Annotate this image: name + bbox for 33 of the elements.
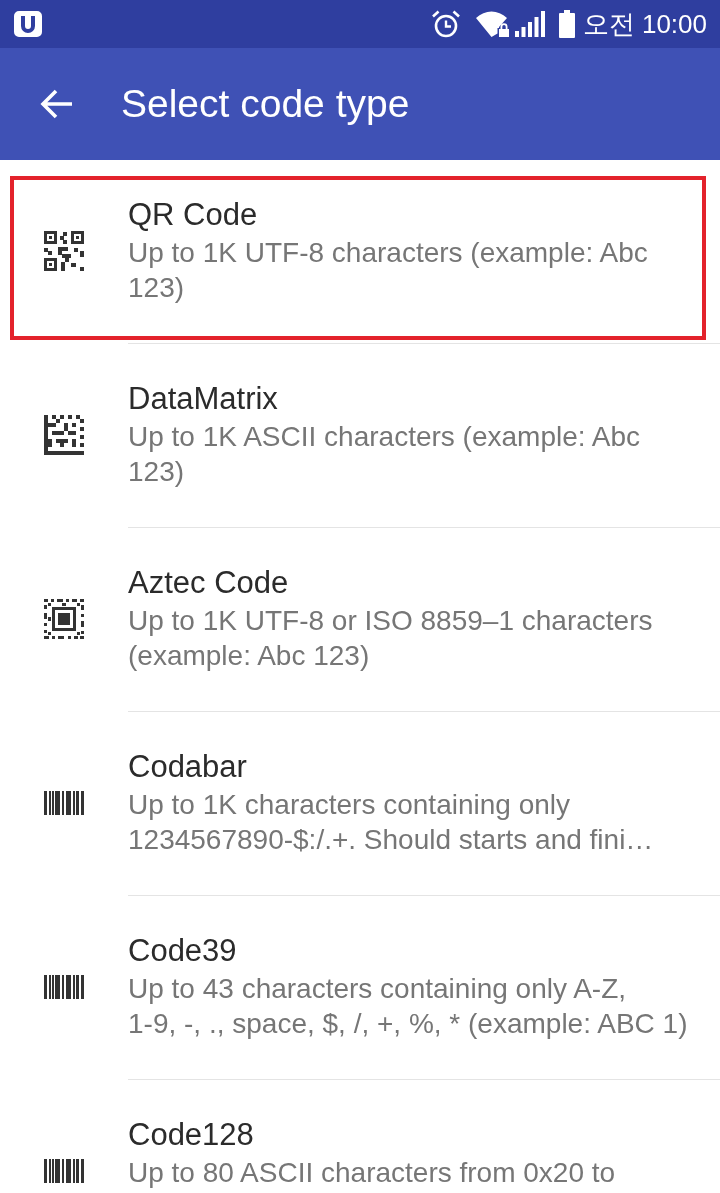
list-item[interactable]: Aztec Code Up to 1K UTF-8 or ISO 8859–1 characters (example: Abc 123) (10, 544, 706, 708)
list-item[interactable]: Codabar Up to 1K characters containing only 1234567890-$:/.+. Should starts and fini… (10, 728, 706, 892)
alarm-clock-icon (431, 10, 460, 38)
item-description: Up to 1K UTF-8 characters (example: Abc 123) (128, 236, 649, 305)
list-item[interactable]: Code39 Up to 43 characters containing only A-Z, 1-9, -, ., space, $, /, +, %, * (example: ABC 1) (10, 912, 706, 1076)
barcode-icon (44, 975, 84, 999)
status-time: 오전 10:00 (582, 8, 707, 40)
item-description: Up to 43 characters containing only A-Z, 1-9, -, ., space, $, /, +, %, * (example: ABC 1) (128, 972, 689, 1041)
item-title: Aztec Code (128, 564, 290, 602)
item-title: Code39 (128, 932, 238, 970)
back-arrow-icon (40, 88, 72, 120)
barcode-icon (44, 791, 84, 815)
item-description: Up to 1K ASCII characters (example: Abc 123) (128, 420, 641, 489)
list-item[interactable]: Code128 Up to 80 ASCII characters from 0x20 to (10, 1096, 706, 1193)
item-description: Up to 1K UTF-8 or ISO 8859–1 characters (example: Abc 123) (128, 604, 654, 673)
list-item[interactable]: QR Code Up to 1K UTF-8 characters (example: Abc 123) (10, 176, 706, 340)
item-title: QR Code (128, 196, 259, 234)
battery-icon (558, 10, 575, 38)
signal-bars-icon (514, 11, 545, 37)
back-button[interactable] (40, 88, 72, 120)
logo-icon (14, 11, 42, 37)
item-title: Codabar (128, 748, 248, 786)
item-description: Up to 80 ASCII characters from 0x20 to (128, 1156, 617, 1190)
wifi-lock-icon (475, 11, 510, 37)
item-title: DataMatrix (128, 380, 279, 418)
item-description: Up to 1K characters containing only 1234567890-$:/.+. Should starts and fini… (128, 788, 655, 857)
screen-title: Select code type (121, 81, 410, 127)
item-title: Code128 (128, 1116, 255, 1154)
qr-code-icon (44, 231, 84, 271)
barcode-icon (44, 1159, 84, 1183)
datamatrix-icon (44, 415, 84, 455)
list-item[interactable]: DataMatrix Up to 1K ASCII characters (example: Abc 123) (10, 360, 706, 524)
aztec-code-icon (44, 599, 84, 639)
